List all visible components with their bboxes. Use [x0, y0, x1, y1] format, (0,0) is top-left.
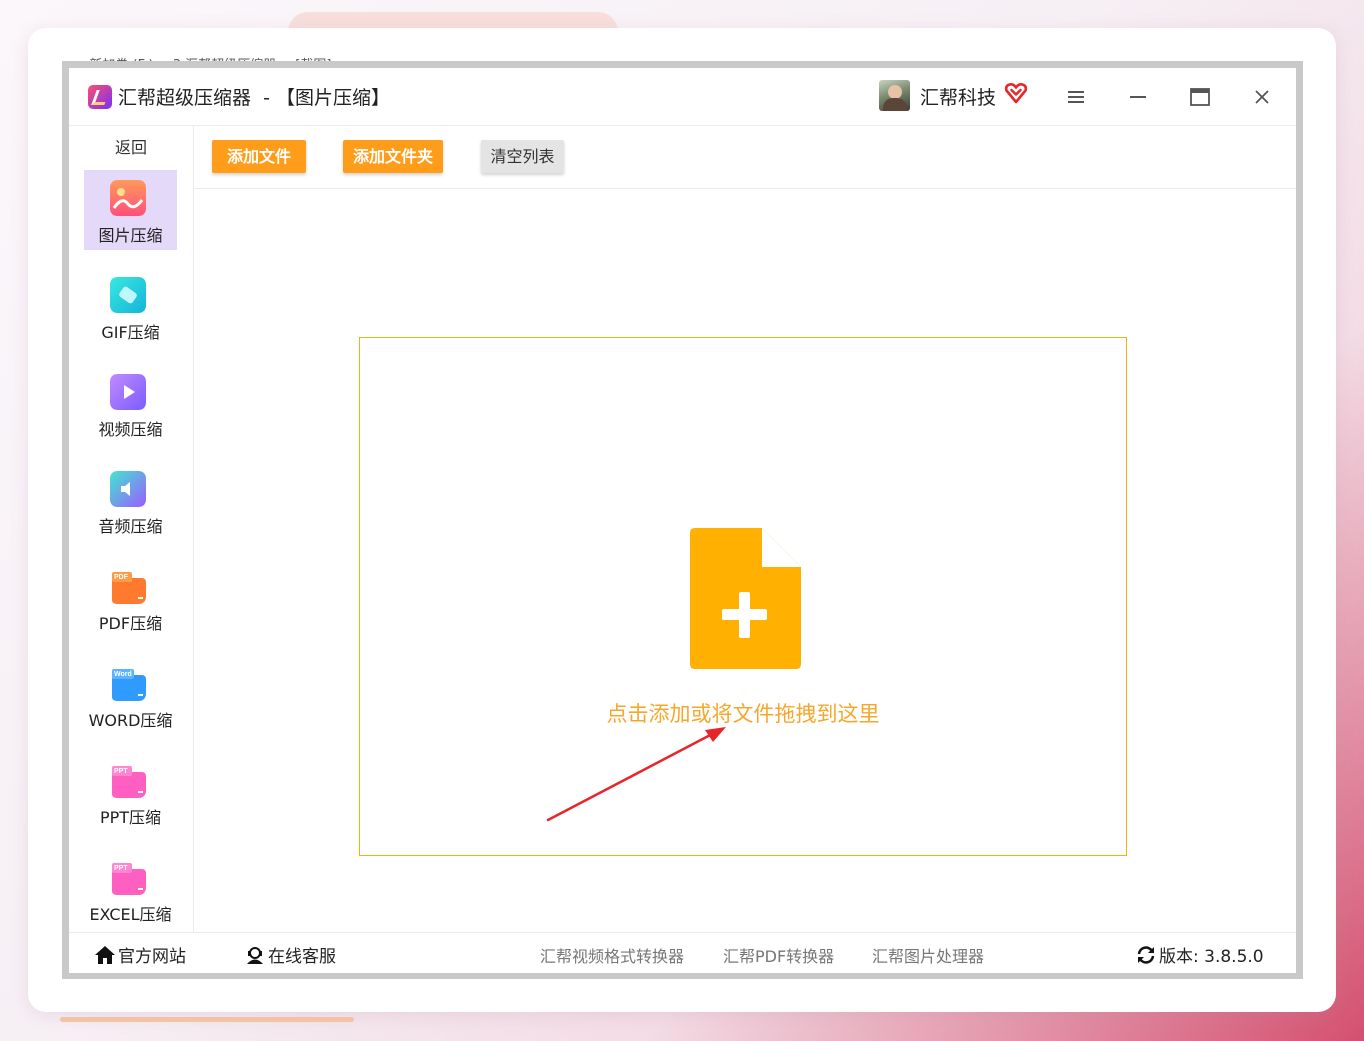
sidebar-item-ppt[interactable]: PPT PPT压缩: [84, 752, 177, 832]
minimize-icon[interactable]: [1125, 84, 1151, 110]
close-icon[interactable]: [1249, 84, 1275, 110]
support-link[interactable]: 在线客服: [244, 942, 336, 967]
excel-icon: PPT: [112, 863, 146, 895]
drop-hint: 点击添加或将文件拖拽到这里: [606, 702, 880, 726]
sidebar-item-excel[interactable]: PPT EXCEL压缩: [84, 849, 177, 929]
background-accent-line: [60, 1017, 354, 1022]
video-icon: [110, 374, 146, 410]
vip-heart-icon[interactable]: [1004, 81, 1028, 105]
current-module: 【图片压缩】: [276, 87, 391, 109]
avatar[interactable]: [879, 80, 910, 111]
sidebar-item-audio[interactable]: 音频压缩: [84, 461, 177, 541]
sidebar-item-label: 音频压缩: [98, 517, 163, 536]
refresh-icon: [1137, 946, 1155, 964]
company-name[interactable]: 汇帮科技: [920, 83, 996, 110]
home-icon: [95, 946, 115, 964]
sidebar-item-label: EXCEL压缩: [89, 905, 172, 924]
app-logo-icon: [88, 85, 112, 109]
audio-icon: [110, 471, 146, 507]
sidebar-item-video[interactable]: 视频压缩: [84, 364, 177, 444]
video-converter-link[interactable]: 汇帮视频格式转换器: [540, 943, 684, 967]
sidebar: 返回 图片压缩 GIF压缩 视频压缩 音频压缩 PDF PDF压缩 Word W…: [69, 126, 194, 932]
app-name: 汇帮超级压缩器: [118, 87, 252, 109]
sidebar-item-pdf[interactable]: PDF PDF压缩: [84, 558, 177, 638]
headset-icon: [247, 947, 263, 964]
sidebar-item-label: 视频压缩: [98, 420, 163, 439]
sidebar-item-label: PDF压缩: [98, 614, 163, 633]
excel-badge: PPT: [114, 865, 128, 872]
title-separator: -: [263, 87, 270, 109]
pdf-badge: PDF: [114, 574, 129, 581]
website-label: 官方网站: [118, 947, 186, 967]
clear-list-button[interactable]: 清空列表: [481, 140, 564, 173]
word-badge: Word: [114, 671, 132, 678]
back-button[interactable]: 返回: [69, 134, 193, 158]
word-icon: Word: [112, 669, 146, 701]
sidebar-item-label: GIF压缩: [101, 323, 160, 342]
image-icon: [110, 180, 146, 216]
sidebar-item-label: PPT压缩: [99, 808, 162, 827]
add-file-button[interactable]: 添加文件: [212, 140, 306, 173]
maximize-icon[interactable]: [1187, 84, 1213, 110]
footer-bar: 官方网站 在线客服 汇帮视频格式转换器 汇帮PDF转换器 汇帮图片处理器 版本:…: [69, 932, 1296, 974]
menu-icon[interactable]: [1063, 84, 1089, 110]
sidebar-item-image[interactable]: 图片压缩: [84, 170, 177, 250]
sidebar-item-word[interactable]: Word WORD压缩: [84, 655, 177, 735]
ppt-badge: PPT: [114, 768, 128, 775]
version-label: 版本:: [1159, 947, 1199, 967]
sidebar-item-gif[interactable]: GIF压缩: [84, 267, 177, 347]
ppt-icon: PPT: [112, 766, 146, 798]
file-drop-zone[interactable]: 点击添加或将文件拖拽到这里: [359, 337, 1127, 856]
toolbar: 添加文件 添加文件夹 清空列表: [194, 126, 1296, 189]
add-folder-button[interactable]: 添加文件夹: [343, 140, 443, 173]
pdf-icon: PDF: [112, 572, 146, 604]
sidebar-item-label: WORD压缩: [88, 711, 173, 730]
support-label: 在线客服: [268, 947, 336, 967]
add-file-icon: [690, 528, 801, 669]
version-number: 3.8.5.0: [1204, 947, 1264, 967]
app-window: 汇帮超级压缩器 - 【图片压缩】 汇帮科技 返回 图片压缩 GIF压缩 视频压缩…: [69, 68, 1296, 973]
sidebar-item-label: 图片压缩: [98, 226, 163, 245]
title-bar: 汇帮超级压缩器 - 【图片压缩】 汇帮科技: [69, 68, 1296, 126]
gif-icon: [110, 277, 146, 313]
website-link[interactable]: 官方网站: [94, 942, 186, 967]
app-title: 汇帮超级压缩器 - 【图片压缩】: [118, 83, 390, 110]
image-processor-link[interactable]: 汇帮图片处理器: [872, 943, 984, 967]
pdf-converter-link[interactable]: 汇帮PDF转换器: [723, 943, 834, 967]
version-info[interactable]: 版本: 3.8.5.0: [1135, 942, 1264, 967]
